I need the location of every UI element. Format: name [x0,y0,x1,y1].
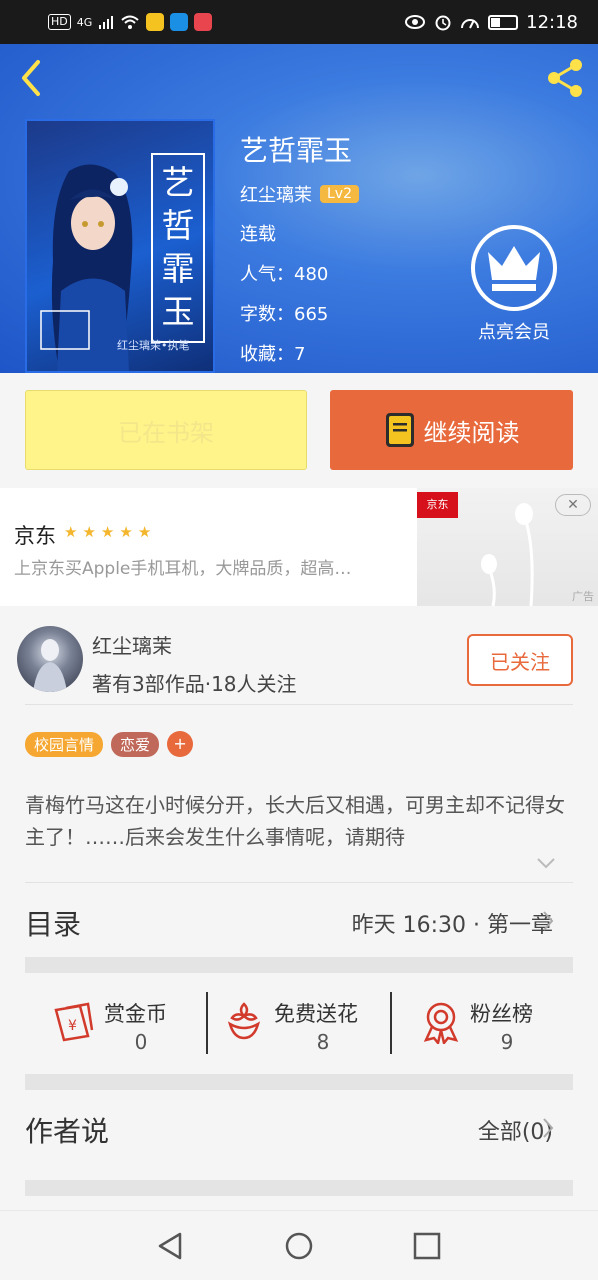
author-avatar[interactable] [17,626,83,692]
star-icon: ★ [82,523,96,541]
author-name: 红尘璃茉 [92,634,172,658]
add-tag-button[interactable]: + [167,731,194,757]
tag-list: 校园言情 恋爱 + [25,731,194,757]
cover-title-char: 玉 [161,292,195,331]
signal-icon [99,16,114,29]
star-icon: ★ [64,523,78,541]
hd-indicator: HD [48,14,71,30]
nav-recents-icon[interactable] [412,1231,442,1261]
star-icon: ★ [137,523,152,541]
app-notification-icon [146,13,165,31]
eye-icon [405,15,426,29]
book-intro: 青梅竹马这在小时候分开，长大后又相遇，可男主却不记得女主了！……后来会发生什么事… [25,793,565,849]
nav-back-icon[interactable] [156,1231,186,1261]
author-says-title: 作者说 [25,1115,110,1148]
ad-close-button[interactable]: ✕ [555,494,591,516]
book-icon [385,413,414,447]
wifi-icon [121,15,139,29]
continue-reading-label: 继续阅读 [423,418,520,447]
continue-reading-button[interactable]: 继续阅读 [330,390,573,470]
author-stats: 著有3部作品·18人关注 [92,672,297,696]
send-flower-value: 8 [316,1030,330,1054]
divider [206,992,208,1054]
book-title: 艺哲霏玉 [240,134,353,167]
star-icon: ★ [100,523,115,541]
chevron-right-icon [543,911,554,931]
nav-home-icon[interactable] [284,1231,314,1261]
book-author[interactable]: 红尘璃茉 [240,181,312,207]
avatar-image [33,639,67,692]
cover-title-char: 哲 [161,206,195,245]
book-header: 艺 哲 霏 玉 红尘璃茉•执笔 艺哲霏玉 红尘璃茉 Lv2 连载 人气：480 … [0,44,598,373]
cover-title: 艺 哲 霏 玉 [160,161,196,333]
cover-title-char: 霏 [161,249,195,288]
ad-rating: ★ ★ ★ ★ ★ [64,523,151,541]
popularity: 人气：480 [240,264,329,285]
crown-icon [471,225,557,311]
back-chevron-icon[interactable] [16,58,46,98]
cover-title-char: 艺 [161,163,195,202]
app-notification-icon [170,13,189,31]
reward-coin-button[interactable]: ¥ 赏金币 0 [52,990,192,1056]
tag-love[interactable]: 恋爱 [111,731,160,757]
word-count: 字数：665 [240,304,329,325]
divider [25,704,573,705]
clock: 12:18 [526,11,578,33]
in-bookshelf-button[interactable]: 已在书架 [25,390,307,470]
ad-brand: 京东 [14,524,56,548]
section-separator [25,1074,573,1090]
latest-chapter: 昨天 16:30 · 第一章 [351,913,553,938]
ad-banner[interactable]: 京东 ★ ★ ★ ★ ★ 上京东买Apple手机耳机，大牌品质，超高… 京东 ✕… [0,488,598,606]
vip-label: 点亮会员 [478,322,550,343]
battery-icon [488,14,519,30]
level-badge: Lv2 [320,185,359,203]
section-separator [25,1180,573,1196]
ad-image[interactable]: 京东 ✕ 广告 [417,488,598,606]
send-flower-label: 免费送花 [274,1002,358,1026]
reward-coin-value: 0 [134,1030,148,1054]
share-icon[interactable] [544,56,588,100]
toc-title: 目录 [25,908,82,941]
vip-button[interactable]: 点亮会员 [470,224,558,344]
flower-icon [227,1002,261,1040]
fan-badge-icon [423,1002,459,1044]
system-nav-bar [0,1210,598,1280]
book-cover[interactable]: 艺 哲 霏 玉 红尘璃茉•执笔 [25,119,215,373]
status-bar: HD 4G 12:18 [0,0,598,44]
fan-ranking-value: 9 [500,1030,514,1054]
fan-ranking-label: 粉丝榜 [470,1002,533,1026]
send-flower-button[interactable]: 免费送花 8 [224,990,374,1056]
speed-icon [461,19,480,29]
svg-text:¥: ¥ [68,1018,77,1034]
tag-campus-romance[interactable]: 校园言情 [25,731,104,757]
fan-ranking-button[interactable]: 粉丝榜 9 [420,990,560,1056]
chevron-right-icon [543,1118,554,1138]
divider [390,992,392,1054]
follow-button[interactable]: 已关注 [467,634,573,686]
section-separator [25,957,573,973]
reward-coin-label: 赏金币 [104,1002,167,1026]
table-of-contents-row[interactable]: 目录 昨天 16:30 · 第一章 [0,883,598,957]
favorites-count: 收藏：7 [240,344,306,365]
alarm-icon [435,15,451,31]
reader-actions: ¥ 赏金币 0 免费送花 8 粉丝榜 9 [0,975,598,1071]
chevron-down-icon[interactable] [536,856,556,870]
author-card[interactable]: 红尘璃茉 著有3部作品·18人关注 已关注 [0,616,598,704]
serial-status: 连载 [240,224,276,245]
ad-tag: 广告 [572,590,594,603]
app-notification-icon [194,13,213,31]
author-says-row[interactable]: 作者说 全部(0) [0,1090,598,1180]
star-icon: ★ [119,523,133,541]
reward-coin-icon: ¥ [54,1002,94,1042]
cover-caption: 红尘璃茉•执笔 [117,339,190,352]
network-type: 4G [76,15,93,29]
ad-text: 上京东买Apple手机耳机，大牌品质，超高… [14,559,352,579]
book-author-row: 红尘璃茉 Lv2 [240,181,359,207]
